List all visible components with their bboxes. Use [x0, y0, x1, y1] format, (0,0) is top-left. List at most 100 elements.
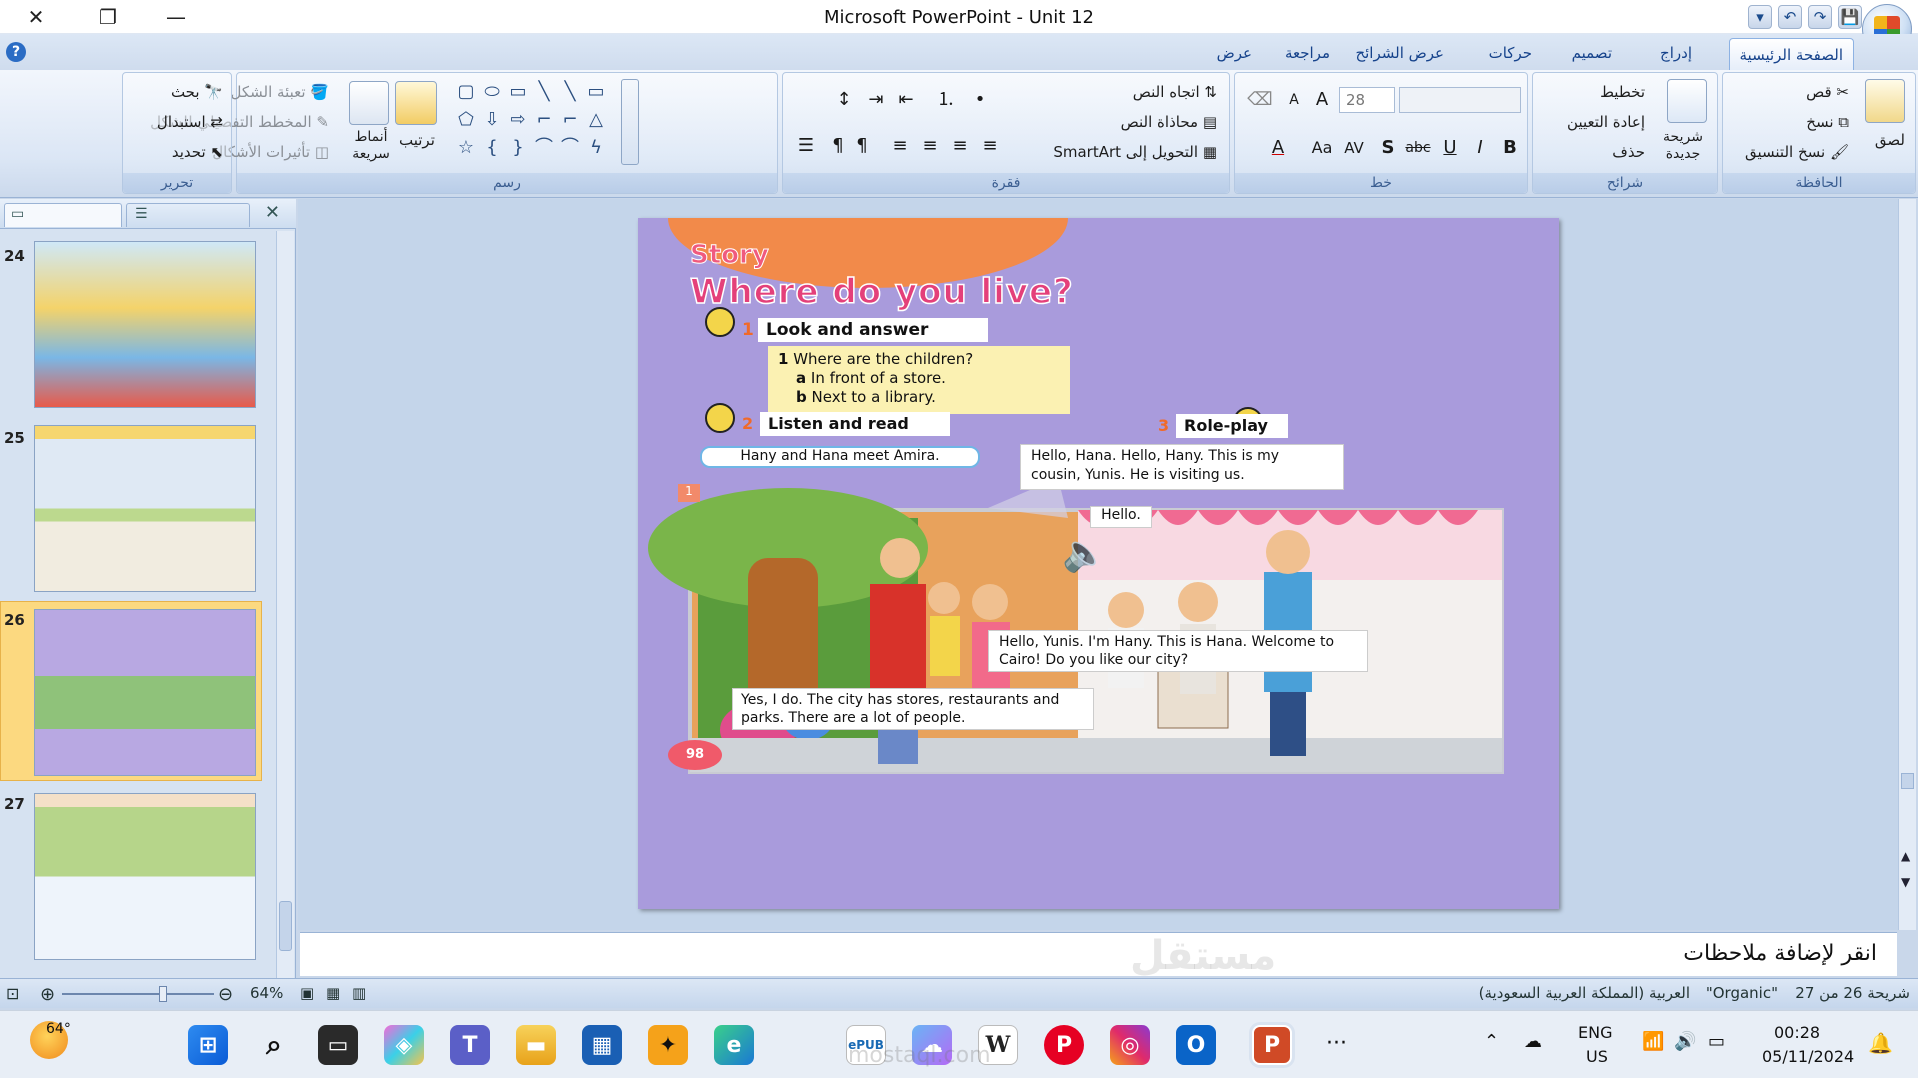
- increase-indent-icon[interactable]: ⇥: [863, 87, 889, 113]
- notifications-icon[interactable]: 🔔: [1868, 1031, 1893, 1055]
- tab-insert[interactable]: إدراج: [1650, 40, 1702, 66]
- tab-design[interactable]: تصميم: [1562, 40, 1622, 66]
- paste-button[interactable]: لصق: [1875, 131, 1905, 149]
- slide-thumb-27[interactable]: [34, 793, 256, 960]
- new-slide-icon[interactable]: [1667, 79, 1707, 123]
- bullets-icon[interactable]: •: [967, 87, 993, 113]
- editor-scroll-thumb[interactable]: [1901, 773, 1914, 789]
- powerpoint-taskbar-icon[interactable]: P: [1252, 1025, 1292, 1065]
- brace-right-shape-icon[interactable]: }: [507, 137, 529, 159]
- clock-time[interactable]: 00:28: [1774, 1023, 1820, 1042]
- font-name-combo[interactable]: [1399, 87, 1521, 113]
- connector-shape-icon[interactable]: ⌐: [533, 109, 555, 131]
- normal-view-icon[interactable]: ▥: [352, 984, 366, 1002]
- undo-icon[interactable]: ↶: [1778, 5, 1802, 29]
- ltr-icon[interactable]: ¶: [849, 133, 875, 159]
- triangle-shape-icon[interactable]: △: [585, 109, 607, 131]
- copilot-icon[interactable]: ◈: [384, 1025, 424, 1065]
- help-icon[interactable]: ?: [6, 42, 26, 62]
- justify-icon[interactable]: ☰: [793, 133, 819, 159]
- task-view-icon[interactable]: ▭: [318, 1025, 358, 1065]
- editor-scrollbar[interactable]: ▲ ▼: [1898, 199, 1916, 930]
- tab-slideshow[interactable]: عرض الشرائح: [1345, 40, 1454, 66]
- qat-customize-icon[interactable]: ▾: [1748, 5, 1772, 29]
- prev-slide-icon[interactable]: ▲: [1901, 849, 1910, 863]
- convert-smartart-button[interactable]: ▦ التحويل إلى SmartArt: [1053, 143, 1217, 161]
- change-case-button[interactable]: Aa: [1309, 135, 1335, 161]
- language-us[interactable]: US: [1586, 1047, 1608, 1066]
- rect-shape-icon[interactable]: ▭: [507, 81, 529, 103]
- slide-thumb-24[interactable]: [34, 241, 256, 408]
- copy-button[interactable]: ⧉ نسخ: [1806, 113, 1849, 131]
- zoom-slider-track[interactable]: [62, 993, 214, 995]
- paste-icon[interactable]: [1865, 79, 1905, 123]
- tab-outline-view[interactable]: ☰: [126, 203, 250, 227]
- wifi-icon[interactable]: 📶: [1642, 1031, 1664, 1052]
- align-left-icon[interactable]: ≡: [947, 133, 973, 159]
- new-slide-button[interactable]: شريحة جديدة: [1655, 129, 1711, 163]
- zoom-out-button[interactable]: ⊖: [218, 984, 233, 1005]
- select-button[interactable]: ⬉ تحديد: [172, 143, 223, 161]
- right-arrow-shape-icon[interactable]: ⇨: [507, 109, 529, 131]
- store-icon[interactable]: ▦: [582, 1025, 622, 1065]
- scrollbar-thumb[interactable]: [279, 901, 292, 951]
- search-icon[interactable]: ⌕: [254, 1025, 294, 1065]
- language-indicator[interactable]: العربية (المملكة العربية السعودية): [1479, 984, 1690, 1002]
- clear-format-icon[interactable]: ⌫: [1247, 87, 1273, 113]
- shapes-gallery-scroll[interactable]: [621, 79, 639, 165]
- quick-styles-icon[interactable]: [349, 81, 389, 125]
- edge-icon[interactable]: e: [714, 1025, 754, 1065]
- cut-button[interactable]: ✂ قص: [1806, 83, 1849, 101]
- decrease-indent-icon[interactable]: ⇤: [893, 87, 919, 113]
- shadow-button[interactable]: S: [1375, 135, 1401, 161]
- arrange-icon[interactable]: [395, 81, 437, 125]
- sorter-view-icon[interactable]: ▦: [326, 984, 340, 1002]
- tab-home[interactable]: الصفحة الرئيسية: [1728, 38, 1854, 70]
- slide-thumb-25[interactable]: [34, 425, 256, 592]
- app-icon[interactable]: ✦: [648, 1025, 688, 1065]
- replace-button[interactable]: ⇄ استبدال: [157, 113, 223, 131]
- close-pane-button[interactable]: ✕: [265, 202, 280, 223]
- align-text-button[interactable]: ▤ محاذاة النص: [1121, 113, 1217, 131]
- teams-icon[interactable]: T: [450, 1025, 490, 1065]
- bold-button[interactable]: B: [1497, 135, 1523, 161]
- line2-shape-icon[interactable]: ╲: [533, 81, 555, 103]
- text-direction-button[interactable]: ⇅ اتجاه النص: [1133, 83, 1217, 101]
- rounded-rect-shape-icon[interactable]: ▢: [455, 81, 477, 103]
- save-icon[interactable]: 💾: [1838, 5, 1862, 29]
- notes-pane[interactable]: انقر لإضافة ملاحظات مستقل: [300, 932, 1897, 979]
- find-button[interactable]: 🔭 بحث: [171, 83, 223, 101]
- zoom-slider-thumb[interactable]: [159, 986, 168, 1002]
- start-icon[interactable]: ⊞: [188, 1025, 228, 1065]
- tray-chevron-icon[interactable]: ⌃: [1484, 1031, 1499, 1052]
- numbering-icon[interactable]: ⒈: [933, 87, 959, 113]
- strikethrough-button[interactable]: abc: [1405, 135, 1431, 161]
- font-color-button[interactable]: A: [1265, 135, 1291, 161]
- clock-date[interactable]: 05/11/2024: [1762, 1047, 1854, 1066]
- char-spacing-button[interactable]: AV: [1341, 135, 1367, 161]
- format-painter-button[interactable]: 🖌 نسخ التنسيق: [1745, 143, 1849, 161]
- slide-thumb-26[interactable]: [34, 609, 256, 776]
- arrange-button[interactable]: ترتيب: [399, 131, 435, 149]
- elbow-shape-icon[interactable]: ⌐: [559, 109, 581, 131]
- rtl-icon[interactable]: ¶: [825, 133, 851, 159]
- tab-view[interactable]: عرض: [1207, 40, 1262, 66]
- grow-font-button[interactable]: A: [1309, 87, 1335, 113]
- layout-button[interactable]: تخطيط: [1600, 83, 1645, 101]
- pinterest-icon[interactable]: P: [1044, 1025, 1084, 1065]
- redo-icon[interactable]: ↷: [1808, 5, 1832, 29]
- brace-left-shape-icon[interactable]: {: [481, 137, 503, 159]
- line-shape-icon[interactable]: ╲: [559, 81, 581, 103]
- zoom-level[interactable]: 64%: [250, 984, 283, 1002]
- underline-button[interactable]: U: [1437, 135, 1463, 161]
- curve-shape-icon[interactable]: ⌒: [533, 137, 555, 159]
- lightning-shape-icon[interactable]: ϟ: [585, 137, 607, 159]
- align-center-icon[interactable]: ≡: [917, 133, 943, 159]
- slideshow-view-icon[interactable]: ▣: [300, 984, 314, 1002]
- fit-slide-icon[interactable]: ⊡: [6, 984, 19, 1003]
- file-explorer-icon[interactable]: ▬: [516, 1025, 556, 1065]
- language-eng[interactable]: ENG: [1578, 1023, 1612, 1042]
- audio-icon[interactable]: 🔈: [1062, 534, 1107, 574]
- tab-animations[interactable]: حركات: [1479, 40, 1542, 66]
- pentagon-shape-icon[interactable]: ⬠: [455, 109, 477, 131]
